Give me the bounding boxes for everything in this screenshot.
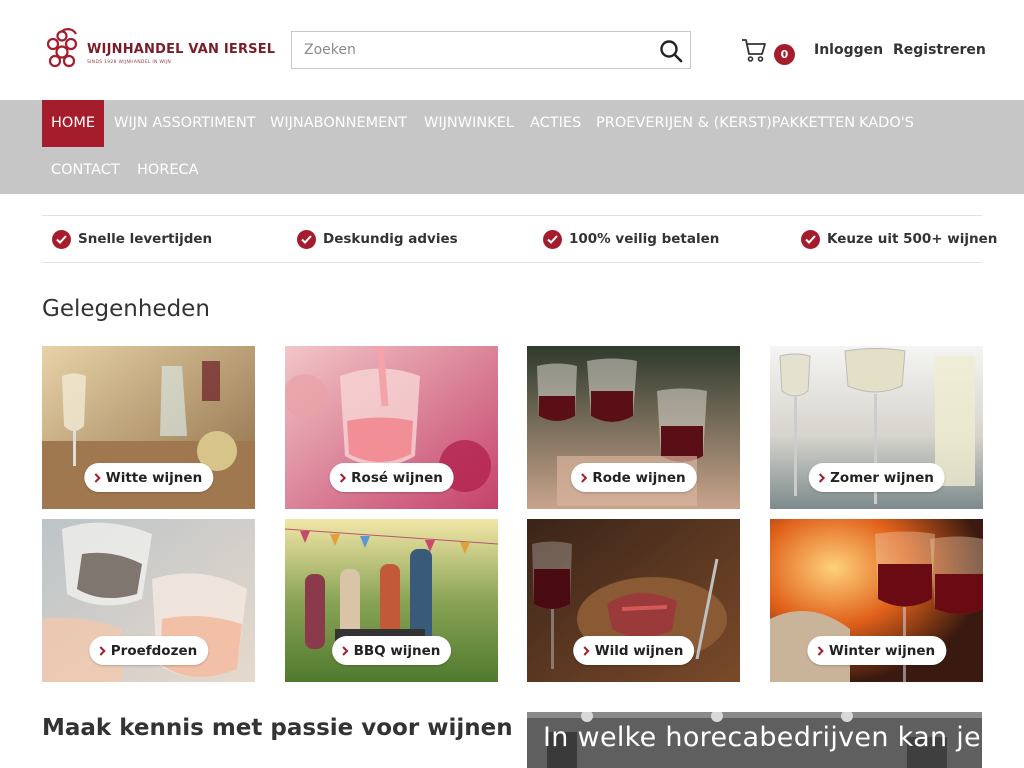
occasion-tile-label: Witte wijnen xyxy=(83,463,214,492)
usp-item: Deskundig advies xyxy=(297,216,458,262)
passion-title: Maak kennis met passie voor wijnen xyxy=(42,715,513,741)
usp-label: Snelle levertijden xyxy=(78,231,213,247)
nav-item-home[interactable]: HOME xyxy=(42,100,104,147)
occasion-tile-wild-wijnen[interactable]: Wild wijnen xyxy=(527,519,740,682)
shopping-cart-icon xyxy=(742,39,766,62)
usp-item: Keuze uit 500+ wijnen xyxy=(801,216,997,262)
horeca-banner-text: In welke horecabedrijven kan je xyxy=(543,722,981,753)
chevron-right-icon xyxy=(341,645,348,656)
register-link[interactable]: Registreren xyxy=(893,42,986,58)
cart-button[interactable]: 0 xyxy=(740,36,796,66)
check-circle-icon xyxy=(52,229,71,249)
occasions-title: Gelegenheden xyxy=(42,296,210,322)
nav-item-wijnwinkel[interactable]: WIJNWINKEL xyxy=(415,100,523,147)
site-header: WIJNHANDEL VAN IERSEL SINDS 1928 WIJNHAN… xyxy=(0,0,1024,100)
brand-name: WIJNHANDEL VAN IERSEL xyxy=(87,42,276,57)
occasion-tile-proefdozen[interactable]: Proefdozen xyxy=(42,519,255,682)
nav-item-horeca[interactable]: HORECA xyxy=(128,147,208,194)
check-circle-icon xyxy=(801,229,820,249)
check-circle-icon xyxy=(297,229,316,249)
chevron-right-icon xyxy=(580,472,587,483)
occasion-tile-label: Rode wijnen xyxy=(570,463,697,492)
chevron-right-icon xyxy=(94,472,101,483)
nav-item-wijn-assortiment[interactable]: WIJN ASSORTIMENT xyxy=(105,100,265,147)
search-input[interactable] xyxy=(292,32,652,68)
nav-item-wijnabonnement[interactable]: WIJNABONNEMENT xyxy=(261,100,416,147)
chevron-right-icon xyxy=(817,645,824,656)
search-box xyxy=(291,31,691,69)
search-icon[interactable] xyxy=(658,38,684,64)
site-logo[interactable]: WIJNHANDEL VAN IERSEL SINDS 1928 WIJNHAN… xyxy=(42,28,275,72)
occasion-tile-winter-wijnen[interactable]: Winter wijnen xyxy=(770,519,983,682)
usp-item: 100% veilig betalen xyxy=(543,216,719,262)
occasion-tile-label: Winter wijnen xyxy=(806,636,947,665)
check-circle-icon xyxy=(543,229,562,249)
nav-item-kados[interactable]: KADO'S xyxy=(850,100,923,147)
usp-label: Deskundig advies xyxy=(323,231,458,247)
occasion-tile-label: Proefdozen xyxy=(88,636,209,665)
occasion-tile-label: Wild wijnen xyxy=(572,636,695,665)
occasion-tile-label: BBQ wijnen xyxy=(331,636,452,665)
grape-logo-icon xyxy=(46,28,78,68)
occasion-tile-label: Rosé wijnen xyxy=(329,463,454,492)
cart-count-badge: 0 xyxy=(774,44,795,65)
horeca-banner[interactable]: In welke horecabedrijven kan je xyxy=(527,712,982,768)
chevron-right-icon xyxy=(818,472,825,483)
chevron-right-icon xyxy=(339,472,346,483)
occasion-tile-rose-wijnen[interactable]: Rosé wijnen xyxy=(285,346,498,509)
occasion-tile-bbq-wijnen[interactable]: BBQ wijnen xyxy=(285,519,498,682)
usp-bar: Snelle levertijden Deskundig advies 100%… xyxy=(42,215,997,263)
usp-label: 100% veilig betalen xyxy=(569,231,720,247)
occasion-tile-witte-wijnen[interactable]: Witte wijnen xyxy=(42,346,255,509)
nav-item-acties[interactable]: ACTIES xyxy=(521,100,590,147)
brand-tagline: SINDS 1928 WIJNHANDEL IN WIJN xyxy=(87,60,172,65)
occasion-tile-rode-wijnen[interactable]: Rode wijnen xyxy=(527,346,740,509)
occasion-tile-zomer-wijnen[interactable]: Zomer wijnen xyxy=(770,346,983,509)
main-nav: HOME WIJN ASSORTIMENT WIJNABONNEMENT WIJ… xyxy=(0,100,1024,194)
occasion-tile-label: Zomer wijnen xyxy=(808,463,945,492)
usp-item: Snelle levertijden xyxy=(52,216,212,262)
usp-label: Keuze uit 500+ wijnen xyxy=(827,231,998,247)
chevron-right-icon xyxy=(582,645,590,656)
chevron-right-icon xyxy=(99,645,106,656)
nav-item-contact[interactable]: CONTACT xyxy=(42,147,129,194)
nav-item-proeverijen[interactable]: PROEVERIJEN & (KERST)PAKKETTEN xyxy=(587,100,864,147)
login-link[interactable]: Inloggen xyxy=(814,42,883,58)
